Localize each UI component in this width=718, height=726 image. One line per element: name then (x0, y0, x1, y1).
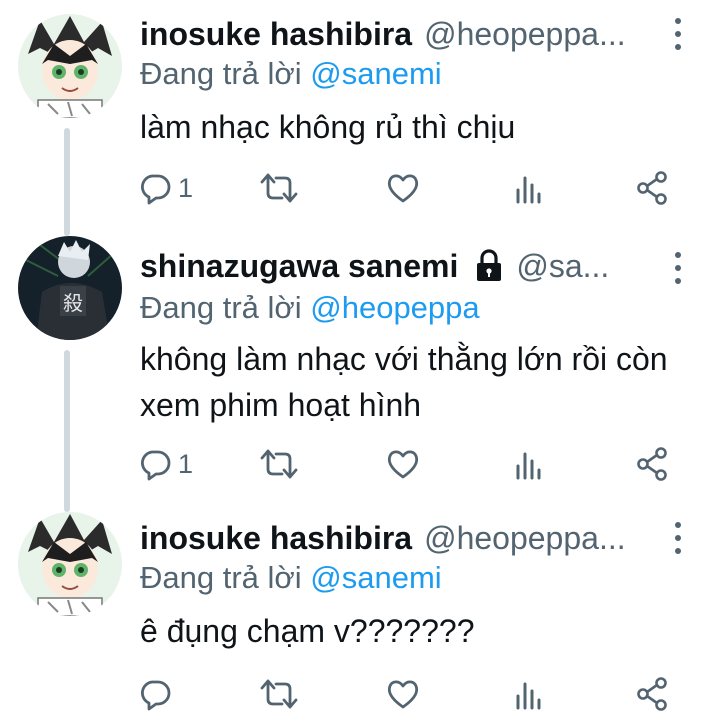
reply-prefix: Đang trả lời (140, 290, 302, 325)
action-bar: 1 (138, 446, 678, 482)
retweet-icon (260, 449, 298, 479)
analytics-button[interactable] (514, 446, 544, 482)
tweet-header: inosuke hashibira @heopeppa... (140, 516, 678, 560)
mention-link[interactable]: @sanemi (310, 560, 441, 595)
tweet[interactable]: 殺 shinazugawa sanemi @sa... Đang trả lời… (0, 236, 718, 512)
mention-link[interactable]: @heopeppa (310, 290, 479, 325)
mention-link[interactable]: @sanemi (310, 56, 441, 91)
user-handle[interactable]: @heopeppa... (424, 520, 678, 557)
more-icon[interactable] (672, 18, 684, 50)
share-icon (637, 447, 667, 481)
share-button[interactable] (636, 676, 668, 712)
sanemi-avatar: 殺 (18, 236, 122, 340)
reply-prefix: Đang trả lời (140, 56, 302, 91)
retweet-button[interactable] (260, 170, 298, 206)
retweet-icon (260, 173, 298, 203)
analytics-icon (516, 176, 541, 204)
reply-prefix: Đang trả lời (140, 560, 302, 595)
like-icon (387, 680, 419, 709)
action-bar: 1 (138, 170, 678, 206)
analytics-icon (516, 452, 541, 480)
lock-icon (477, 249, 502, 281)
tweet-text: ê đụng chạm v??????? (140, 613, 475, 649)
analytics-button[interactable] (514, 676, 544, 712)
display-name[interactable]: inosuke hashibira (140, 520, 412, 557)
reply-icon (140, 450, 171, 481)
reply-thread: inosuke hashibira @heopeppa... Đang trả … (0, 0, 718, 726)
avatar[interactable] (18, 512, 122, 616)
tweet-header: inosuke hashibira @heopeppa... (140, 12, 678, 56)
analytics-button[interactable] (514, 170, 544, 206)
avatar[interactable]: 殺 (18, 236, 122, 340)
reply-count: 1 (178, 448, 194, 479)
retweet-button[interactable] (260, 446, 298, 482)
more-icon[interactable] (672, 252, 684, 284)
avatar[interactable] (18, 14, 122, 118)
replying-to: Đang trả lời @sanemi (140, 56, 442, 92)
share-button[interactable] (636, 170, 668, 206)
svg-text:殺: 殺 (63, 291, 83, 315)
analytics-icon (516, 682, 541, 710)
replying-to: Đang trả lời @heopeppa (140, 290, 480, 326)
reply-icon (140, 680, 171, 711)
like-icon (387, 174, 419, 203)
reply-icon (140, 174, 171, 205)
more-icon[interactable] (672, 522, 684, 554)
reply-button[interactable]: 1 (138, 446, 193, 482)
share-icon (637, 171, 667, 205)
tweet[interactable]: inosuke hashibira @heopeppa... Đang trả … (0, 0, 718, 236)
reply-button[interactable]: 1 (138, 170, 193, 206)
like-icon (387, 450, 419, 479)
display-name[interactable]: shinazugawa sanemi (140, 248, 458, 285)
like-button[interactable] (386, 170, 420, 206)
like-button[interactable] (386, 676, 420, 712)
display-name[interactable]: inosuke hashibira (140, 16, 412, 53)
replying-to: Đang trả lời @sanemi (140, 560, 442, 596)
share-icon (637, 677, 667, 711)
inosuke-avatar (18, 512, 122, 616)
tweet-text: làm nhạc không rủ thì chịu (140, 109, 516, 145)
action-bar (138, 676, 678, 712)
reply-count: 1 (178, 172, 194, 203)
share-button[interactable] (636, 446, 668, 482)
retweet-icon (260, 679, 298, 709)
user-handle[interactable]: @heopeppa... (424, 16, 678, 53)
user-handle[interactable]: @sa... (516, 248, 678, 285)
retweet-button[interactable] (260, 676, 298, 712)
reply-button[interactable] (138, 676, 178, 712)
tweet-text: không làm nhạc với thằng lớn rồi còn xem… (140, 341, 668, 423)
like-button[interactable] (386, 446, 420, 482)
tweet[interactable]: inosuke hashibira @heopeppa... Đang trả … (0, 512, 718, 726)
tweet-header: shinazugawa sanemi @sa... (140, 244, 678, 288)
inosuke-avatar (18, 14, 122, 118)
